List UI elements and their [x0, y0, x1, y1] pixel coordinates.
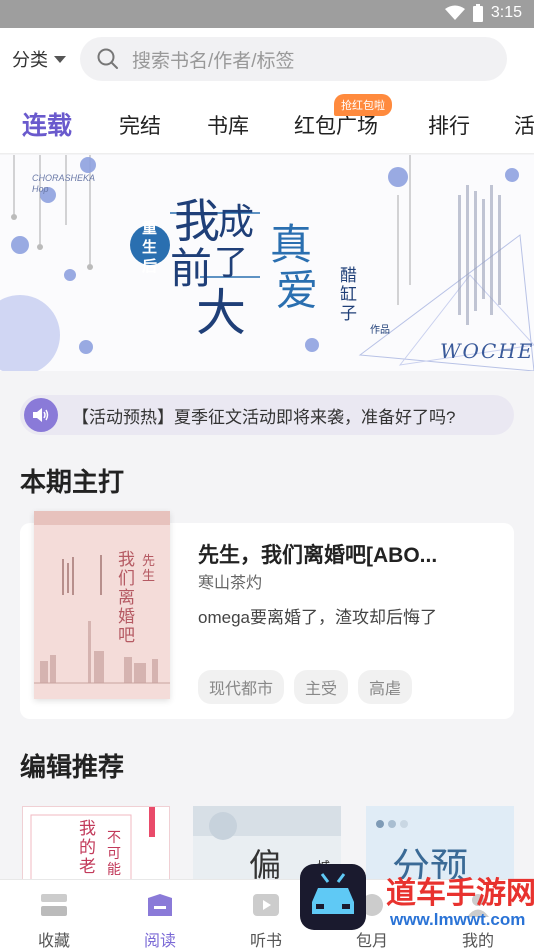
category-label: 分类 — [12, 50, 48, 70]
banner-seal-3: 后 — [142, 258, 158, 275]
banner-author-suffix: 作品 — [370, 325, 390, 336]
book-title[interactable]: 先生，我们离婚吧[ABO... — [198, 539, 437, 569]
section-title-editor: 编辑推荐 — [20, 752, 125, 782]
banner-author: 醋缸子 — [340, 266, 357, 324]
tab-serial[interactable]: 连载 — [22, 106, 72, 142]
top-bar: 分类 搜索书名/作者/标签 — [0, 28, 534, 90]
announcement-text: 【活动预热】夏季征文活动即将来袭，准备好了吗? — [72, 407, 456, 427]
category-dropdown[interactable]: 分类 — [12, 46, 66, 72]
tab-ranking[interactable]: 排行 — [428, 110, 470, 140]
cover-art — [34, 511, 170, 684]
tab-completed[interactable]: 完结 — [119, 110, 161, 140]
read-icon — [148, 894, 172, 916]
section-title-featured: 本期主打 — [20, 467, 125, 497]
announcement-bar[interactable]: 【活动预热】夏季征文活动即将来袭，准备好了吗? — [20, 395, 514, 435]
speaker-icon — [24, 398, 58, 432]
wifi-icon — [444, 5, 465, 20]
book-tags: 现代都市 主受 高虐 — [198, 670, 413, 704]
nav-bookshelf[interactable]: 收藏 — [24, 892, 84, 949]
watermark-url: www.lmwwt.com — [390, 910, 526, 929]
red-packet-badge: 抢红包啦 — [334, 94, 392, 116]
banner-seal-1: 重 — [142, 220, 158, 237]
banner-small-text: CHORASHEKA Hop — [32, 173, 95, 194]
promo-banner[interactable]: CHORASHEKA Hop 重 生 后 我 成 了 前 大 真 爱 醋缸子 作… — [0, 155, 534, 371]
banner-title-char-7: 爱 — [276, 266, 319, 315]
book-cover: 先生 我们离婚吧 — [34, 511, 170, 699]
category-tabs: 连载 完结 书库 红包广场 抢红包啦 排行 活 — [0, 90, 534, 154]
tab-library[interactable]: 书库 — [207, 110, 249, 140]
search-placeholder: 搜索书名/作者/标签 — [132, 50, 295, 72]
book-description: omega要离婚了，渣攻却后悔了 — [198, 608, 437, 627]
caret-down-icon — [54, 55, 66, 63]
featured-book-card[interactable]: 先生 我们离婚吧 先生，我们离婚吧[ABO... 寒山茶灼 omega要离婚了，… — [20, 511, 514, 719]
recommend-cover-1[interactable]: 我的老 不可能 — [22, 806, 170, 886]
car-logo-icon — [300, 864, 366, 930]
banner-title-char-5: 大 — [196, 284, 246, 342]
book-author[interactable]: 寒山茶灼 — [198, 569, 262, 593]
cover-title-1: 先生 — [142, 553, 156, 583]
nav-label: 收藏 — [37, 933, 70, 949]
status-time: 3:15 — [490, 4, 522, 21]
recommend-cover-text: 我的老 — [79, 819, 96, 876]
tag-chip[interactable]: 高虐 — [358, 670, 413, 704]
search-input[interactable]: 搜索书名/作者/标签 — [80, 37, 507, 81]
watermark: 道车手游网 www.lmwwt.com — [298, 846, 534, 949]
banner-deco-text: WOCHE — [440, 339, 534, 363]
nav-read[interactable]: 阅读 — [130, 892, 190, 949]
nav-label: 听书 — [249, 933, 282, 949]
status-bar: 3:15 — [0, 0, 534, 28]
tag-chip[interactable]: 主受 — [294, 670, 349, 704]
cover-title-2: 我们离婚吧 — [118, 550, 135, 646]
tag-chip[interactable]: 现代都市 — [198, 670, 285, 704]
search-icon — [97, 48, 118, 69]
tab-more[interactable]: 活 — [514, 110, 534, 140]
battery-icon — [472, 4, 483, 22]
play-icon — [253, 894, 279, 916]
nav-label: 阅读 — [143, 933, 176, 949]
banner-seal-2: 生 — [142, 239, 158, 256]
bookshelf-icon — [41, 894, 67, 916]
recommend-cover-text-2: 不可能 — [107, 829, 121, 877]
watermark-text: 道车手游网 — [386, 877, 534, 910]
nav-listen[interactable]: 听书 — [236, 892, 296, 949]
